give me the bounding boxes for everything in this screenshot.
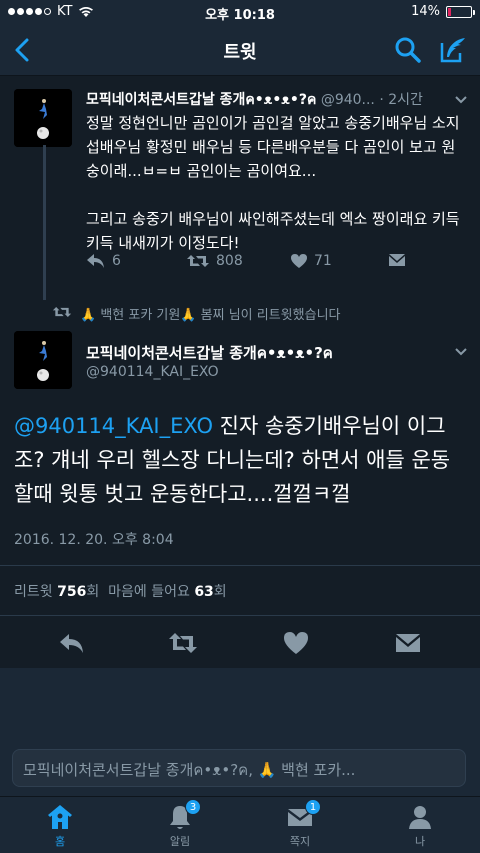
like-count: 71 (314, 253, 332, 269)
retweet-notice: 🙏 백현 포카 기원🙏 봄찌 님이 리트윗했습니다 (0, 298, 480, 328)
tweet-header: 모픽네이처콘서트갑날 종개ค•ᴥ•ᴥ•?ค @940... · 2시간 (86, 89, 470, 111)
reply-input[interactable]: 모픽네이처콘서트갑날 종개ค•ᴥ•?ค, 🙏 백현 포카... (12, 749, 466, 787)
author-handle: @940... (320, 92, 375, 108)
heart-icon[interactable] (282, 629, 310, 657)
divider (0, 615, 480, 616)
chevron-down-icon[interactable] (454, 347, 468, 357)
navigation-bar: 트윗 (0, 24, 480, 76)
tweet-actions (0, 629, 480, 665)
author-name[interactable]: 모픽네이처콘서트갑날 종개ค•ᴥ•ᴥ•?ค (86, 341, 333, 365)
tab-messages[interactable]: 1 쪽지 (270, 799, 330, 849)
bottom-area: 모픽네이처콘서트갑날 종개ค•ᴥ•?ค, 🙏 백현 포카... 홈 3 알림 1… (0, 668, 480, 853)
person-icon (409, 806, 431, 829)
search-icon[interactable] (394, 36, 422, 64)
tweet-timestamp: 2016. 12. 20. 오후 8:04 (14, 532, 174, 548)
divider (0, 565, 480, 566)
retweet-stat-label: 리트윗 (14, 584, 53, 600)
author-name[interactable]: 모픽네이처콘서트갑날 종개ค•ᴥ•ᴥ•?ค (86, 92, 316, 108)
retweet-stat-unit: 회 (86, 584, 100, 600)
notification-badge: 3 (185, 799, 201, 815)
retweet-icon (187, 255, 209, 267)
envelope-icon[interactable] (394, 629, 422, 657)
like-stat-unit: 회 (213, 584, 227, 600)
tab-me[interactable]: 나 (390, 803, 450, 849)
status-bar: KT 오후 10:18 14% (0, 0, 480, 24)
tab-notifications[interactable]: 3 알림 (150, 799, 210, 849)
like-stat-count: 63 (194, 584, 214, 600)
tab-label: 홈 (54, 835, 66, 848)
reply-icon (87, 254, 104, 268)
main-tweet: 모픽네이처콘서트갑날 종개ค•ᴥ•ᴥ•?ค @940114_KAI_EXO @9… (0, 329, 480, 668)
reply-button[interactable]: 6 (86, 253, 121, 269)
tweet-text: 정말 정현언니만 곰인이가 곰인걸 알았고 송중기배우님 소지섭배우님 황정민 … (86, 114, 460, 252)
clock: 오후 10:18 (205, 8, 275, 23)
retweet-button[interactable]: 808 (186, 253, 243, 269)
chevron-down-icon[interactable] (454, 95, 468, 105)
tab-label: 나 (414, 835, 426, 848)
message-badge: 1 (305, 799, 321, 815)
tab-label: 알림 (169, 835, 191, 848)
like-stat-label: 마음에 들어요 (108, 584, 190, 600)
battery-level-fill (448, 7, 451, 16)
tweet-time: · 2시간 (379, 92, 423, 108)
battery-percent: 14% (411, 4, 440, 19)
tab-bar: 홈 3 알림 1 쪽지 나 (0, 796, 480, 853)
avatar-image-icon (14, 89, 72, 147)
tweet-stats[interactable]: 리트윗 756회 마음에 들어요 63회 (14, 581, 227, 601)
tab-home[interactable]: 홈 (30, 803, 90, 849)
compose-quill-icon[interactable] (438, 35, 468, 65)
envelope-icon (389, 254, 405, 266)
tab-label: 쪽지 (289, 835, 311, 848)
tweet-detail-content: 모픽네이처콘서트갑날 종개ค•ᴥ•ᴥ•?ค @940... · 2시간 정말 정… (0, 77, 480, 668)
retweet-icon (52, 307, 72, 317)
parent-tweet[interactable]: 모픽네이처콘서트갑날 종개ค•ᴥ•ᴥ•?ค @940... · 2시간 정말 정… (0, 77, 480, 300)
direct-message-button[interactable] (388, 253, 406, 267)
author-handle[interactable]: @940114_KAI_EXO (86, 364, 219, 380)
thread-connector (43, 145, 46, 300)
retweet-notice-text[interactable]: 🙏 백현 포카 기원🙏 봄찌 님이 리트윗했습니다 (80, 304, 341, 323)
home-icon (48, 805, 72, 829)
reply-icon[interactable] (58, 629, 86, 657)
tweet-text: @940114_KAI_EXO 진자 송중기배우님이 이그조? 걔네 우리 헬스… (14, 409, 466, 511)
battery-icon (446, 5, 475, 18)
retweet-icon[interactable] (168, 629, 198, 657)
reply-count: 6 (112, 253, 121, 269)
avatar[interactable] (14, 331, 72, 389)
retweet-stat-count: 756 (57, 584, 87, 600)
avatar[interactable] (14, 89, 72, 147)
tweet-actions: 6 808 71 (86, 253, 468, 277)
mention-link[interactable]: @940114_KAI_EXO (14, 414, 213, 438)
heart-icon (291, 254, 307, 268)
like-button[interactable]: 71 (290, 253, 332, 269)
battery-group: 14% (411, 4, 475, 19)
retweet-count: 808 (216, 253, 243, 269)
avatar-image-icon (14, 331, 72, 389)
